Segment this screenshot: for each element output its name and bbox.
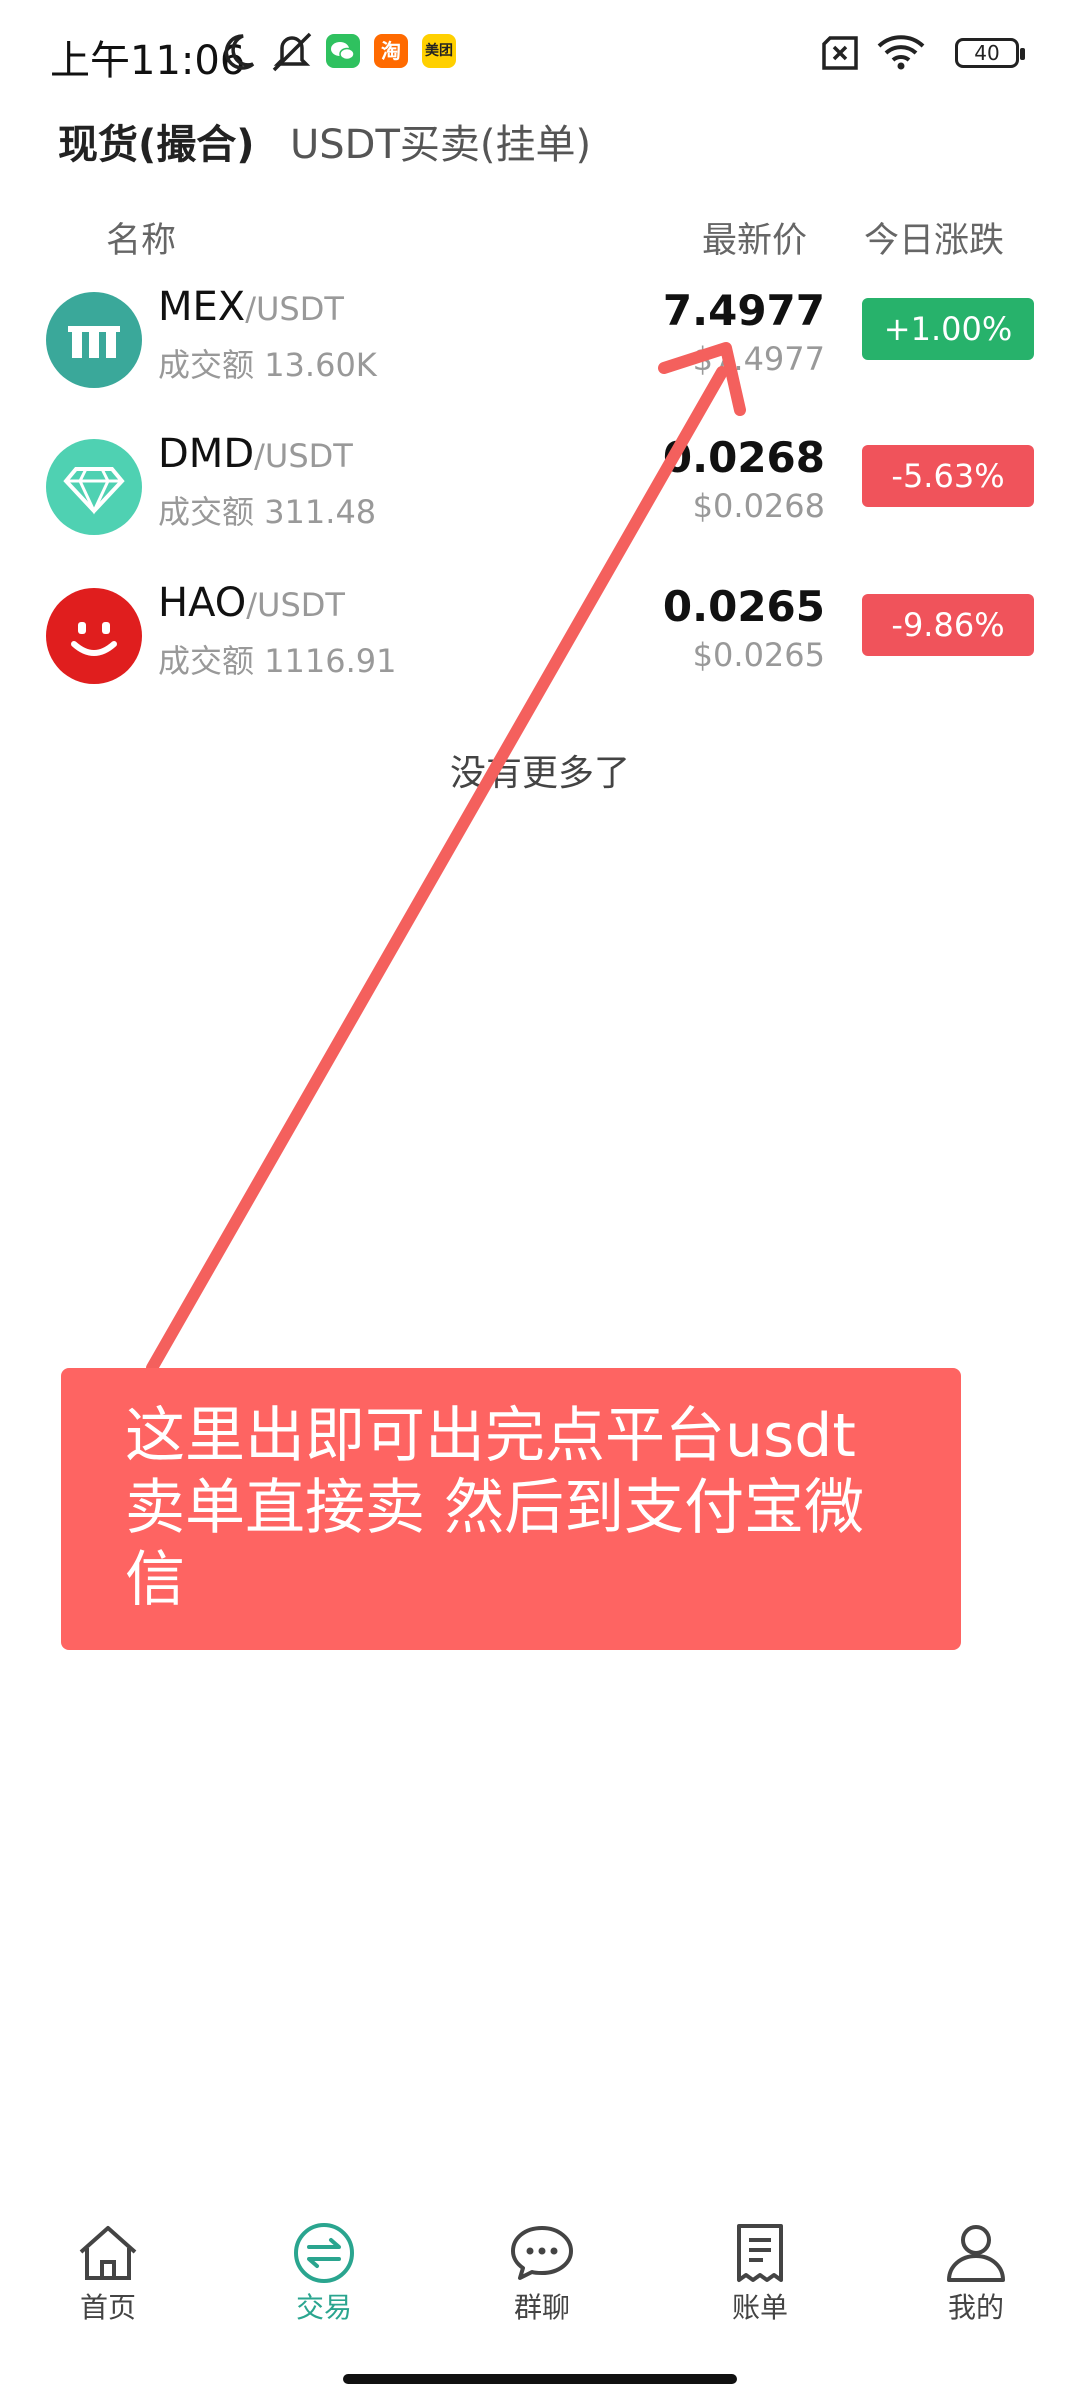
mute-icon [268,30,316,78]
nav-label: 账单 [731,2291,788,2324]
bottom-nav: 首页 交易 群聊 账单 我的 [0,2222,1080,2342]
volume: 成交额 13.60K [158,346,377,384]
chat-icon [511,2226,573,2280]
mex-logo-icon [46,292,142,388]
market-row-hao[interactable]: HAO/USDT 成交额 1116.91 0.0265 $0.0265 -9.8… [0,578,1080,728]
change-badge: +1.00% [862,298,1034,360]
column-header-price: 最新价 [702,221,808,261]
last-price-usd: $0.0268 [692,487,825,525]
nav-profile[interactable]: 我的 [906,2222,1046,2326]
pair-name: MEX/USDT [158,284,344,330]
pair-name: HAO/USDT [158,580,345,626]
profile-icon [947,2225,1005,2282]
nav-chat[interactable]: 群聊 [472,2222,612,2326]
column-header-name: 名称 [106,221,177,261]
nav-home[interactable]: 首页 [38,2222,178,2326]
nav-label: 交易 [295,2291,352,2324]
annotation-note: 这里出即可出完点平台usdt卖单直接卖 然后到支付宝微信 [61,1368,961,1650]
nav-label: 首页 [79,2291,136,2324]
column-header-change: 今日涨跌 [864,221,1005,261]
wifi-icon [876,34,926,74]
exchange-icon [294,2223,354,2283]
tab-spot[interactable]: 现货(撮合) [58,112,255,170]
bill-icon [737,2224,783,2282]
volume: 成交额 311.48 [158,493,377,531]
last-price: 7.4977 [662,286,825,335]
last-price: 0.0265 [662,582,825,631]
battery-indicator: 40 [955,38,1025,68]
smiley-logo-icon [46,588,142,684]
last-price: 0.0268 [662,433,825,482]
moon-icon [215,30,259,78]
last-price-usd: $0.0265 [692,636,825,674]
nav-label: 群聊 [513,2291,570,2324]
status-bar: 上午11:06 淘 美团 40 [0,0,1080,110]
volume: 成交额 1116.91 [158,642,397,680]
meituan-icon: 美团 [422,34,456,68]
diamond-logo-icon [46,439,142,535]
change-badge: -5.63% [862,445,1034,507]
taobao-icon: 淘 [374,34,408,68]
no-more-text: 没有更多了 [449,753,630,794]
nav-bill[interactable]: 账单 [690,2222,830,2326]
nav-trade[interactable]: 交易 [254,2222,394,2326]
home-icon [79,2226,137,2280]
last-price-usd: $7.4977 [692,340,825,378]
nav-label: 我的 [947,2291,1004,2324]
no-sim-icon [820,36,864,74]
market-row-mex[interactable]: MEX/USDT 成交额 13.60K 7.4977 $7.4977 +1.00… [0,282,1080,432]
wechat-icon [326,34,360,68]
market-row-dmd[interactable]: DMD/USDT 成交额 311.48 0.0268 $0.0268 -5.63… [0,429,1080,579]
pair-name: DMD/USDT [158,431,353,477]
change-badge: -9.86% [862,594,1034,656]
tab-usdt-otc[interactable]: USDT买卖(挂单) [290,112,591,170]
home-indicator [343,2374,737,2384]
